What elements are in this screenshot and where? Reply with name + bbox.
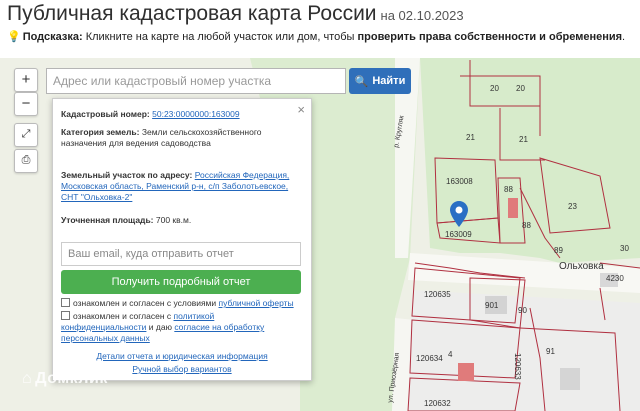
parcel-label: 21	[466, 133, 475, 142]
parcel-label: 23	[568, 202, 577, 211]
hint-end: .	[622, 31, 626, 43]
area-row: Уточненная площадь: 700 кв.м.	[61, 215, 297, 226]
zoom-in-button[interactable]: +	[14, 68, 38, 92]
parcel-label: 20	[490, 84, 499, 93]
hint-bold-text: проверить права собственности и обремене…	[357, 31, 623, 43]
report-details-link[interactable]: Детали отчета и юридическая информация	[96, 351, 267, 361]
parcel-label: 91	[546, 347, 555, 356]
parcel-label: 120635	[424, 290, 451, 299]
parcel-label: 30	[620, 244, 629, 253]
watermark-text: Домклик	[35, 370, 108, 387]
cadastral-number-link[interactable]: 50:23:0000000:163009	[152, 109, 239, 119]
close-icon[interactable]: ×	[297, 102, 305, 117]
consent-privacy-mid: и даю	[146, 322, 175, 332]
find-button[interactable]: 🔍 Найти	[349, 68, 411, 94]
consent-privacy: ознакомлен и согласен с политикой конфид…	[61, 311, 297, 344]
parcel-label: 163008	[446, 177, 473, 186]
parcel-label: 88	[504, 185, 513, 194]
email-field[interactable]	[61, 242, 301, 266]
location-pin-icon[interactable]	[450, 201, 468, 232]
details-link-row: Детали отчета и юридическая информация	[53, 351, 311, 361]
parcel-label: 120634	[416, 354, 443, 363]
hint-text: Кликните на карте на любой участок или д…	[82, 31, 358, 43]
search-input[interactable]	[46, 68, 346, 94]
search-icon: 🔍	[354, 75, 369, 88]
logo-icon: ⌂	[22, 370, 33, 387]
place-label: Ольховка	[559, 261, 604, 272]
manual-selection-link[interactable]: Ручной выбор вариантов	[132, 364, 231, 374]
parcel-label: 90	[518, 306, 527, 315]
header: Публичная кадастровая карта России на 02.…	[0, 0, 640, 58]
parcel-label: 20	[516, 84, 525, 93]
lightbulb-icon: 💡	[7, 31, 21, 43]
area-label: Уточненная площадь:	[61, 215, 154, 225]
consent-offer: ознакомлен и согласен с условиями публич…	[61, 298, 297, 309]
category-label: Категория земель:	[61, 127, 140, 137]
address-row: Земельный участок по адресу: Российская …	[61, 170, 297, 203]
zoom-out-button[interactable]: −	[14, 92, 38, 116]
parcel-info-popup: × Кадастровый номер: 50:23:0000000:16300…	[52, 98, 312, 381]
find-button-label: Найти	[372, 75, 406, 87]
land-category-row: Категория земель: Земли сельскохозяйстве…	[61, 127, 297, 149]
public-offer-link[interactable]: публичной оферты	[219, 298, 294, 308]
print-icon[interactable]: ⎙	[14, 149, 38, 173]
consent-offer-checkbox[interactable]	[61, 298, 70, 307]
domclick-watermark: ⌂ Домклик	[22, 370, 108, 388]
parcel-label: 120632	[424, 399, 451, 408]
parcel-label: 901	[485, 301, 499, 310]
consent-privacy-text: ознакомлен и согласен с	[73, 311, 174, 321]
address-label: Земельный участок по адресу:	[61, 170, 193, 180]
parcel-label: 120633	[513, 353, 522, 380]
parcel-label: 4230	[606, 274, 624, 283]
parcel-label: 4	[448, 350, 453, 359]
parcel-label: 89	[554, 246, 563, 255]
page-title: Публичная кадастровая карта России на 02.…	[7, 2, 464, 25]
title-date: на 02.10.2023	[380, 8, 464, 23]
parcel-label: 88	[522, 221, 531, 230]
get-report-button[interactable]: Получить подробный отчет	[61, 270, 301, 294]
hint-label: Подсказка:	[22, 31, 83, 43]
cadastral-number-row: Кадастровый номер: 50:23:0000000:163009	[61, 109, 297, 120]
parcel-label: 21	[519, 135, 528, 144]
consent-offer-text: ознакомлен и согласен с условиями	[73, 298, 219, 308]
consent-privacy-checkbox[interactable]	[61, 311, 70, 320]
cadastral-label: Кадастровый номер:	[61, 109, 150, 119]
area-value: 700 кв.м.	[155, 215, 192, 225]
hint-bar: 💡 Подсказка: Кликните на карте на любой у…	[7, 30, 625, 43]
fullscreen-icon[interactable]: ⤢	[14, 123, 38, 147]
